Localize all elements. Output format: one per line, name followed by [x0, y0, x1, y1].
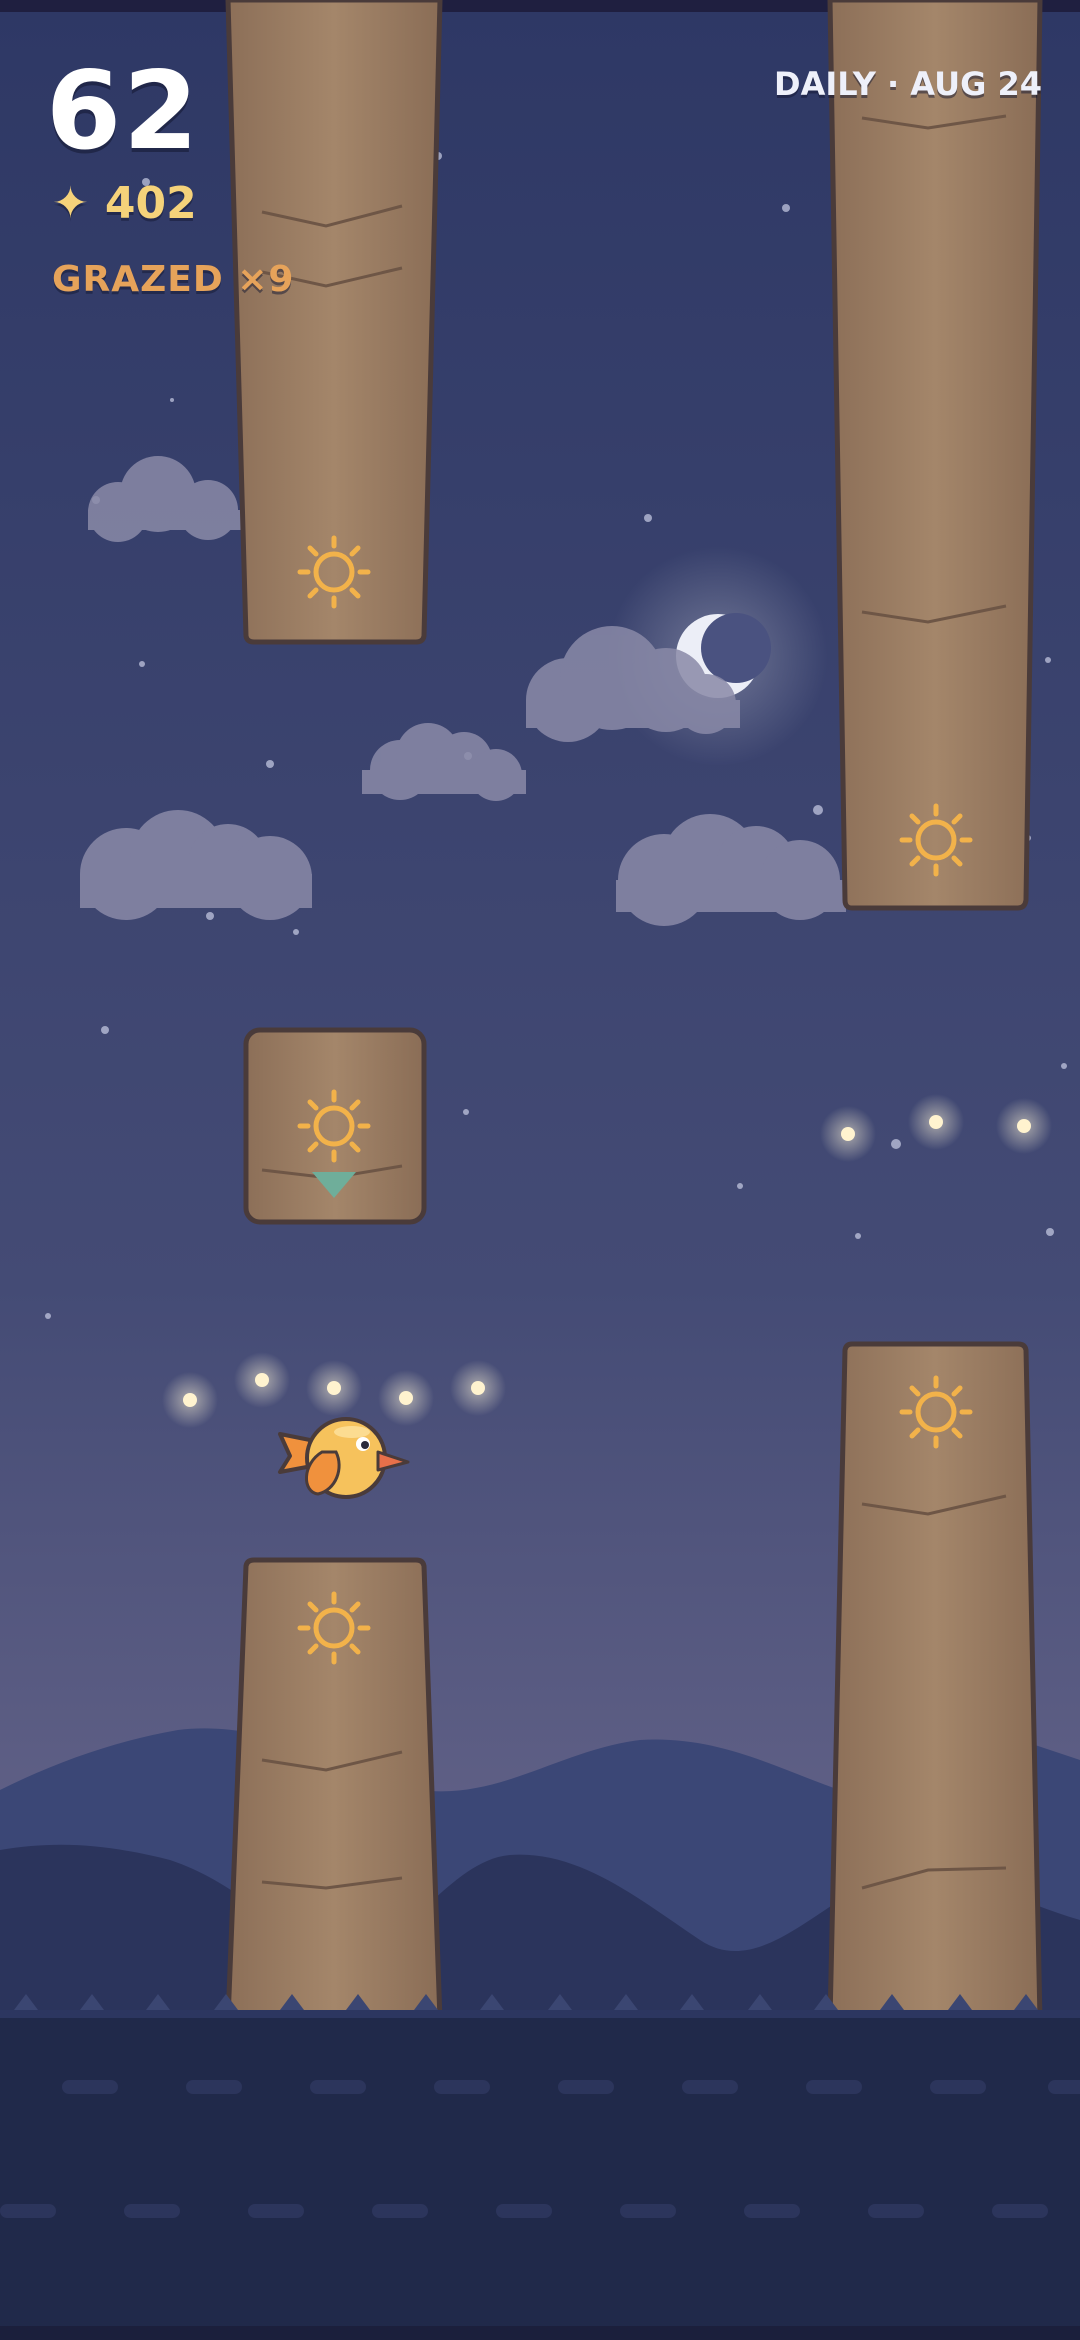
star-count: 402	[104, 178, 197, 229]
star-total: ✦ 402	[52, 182, 197, 226]
score-counter: 62	[46, 49, 201, 174]
game-screen[interactable]: 62 ✦ 402 GRAZED ×9 DAILY · AUG 24	[0, 0, 1080, 2340]
grazed-counter: GRAZED ×9	[52, 259, 295, 300]
sparkle-star-icon: ✦	[52, 178, 89, 229]
daily-challenge-label: DAILY · AUG 24	[774, 65, 1042, 103]
tap-to-flap-area[interactable]	[0, 0, 1080, 2340]
